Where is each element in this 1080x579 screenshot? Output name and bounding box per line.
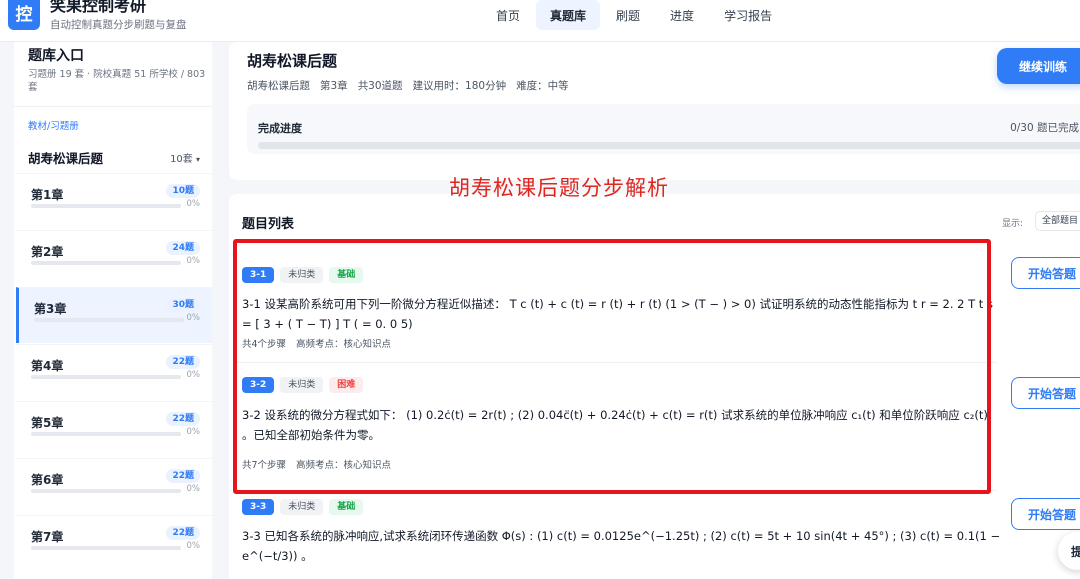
- chapter-count-badge: 10题: [166, 184, 200, 198]
- chapter-name: 第7章: [31, 530, 64, 544]
- chapter-progress-bar: [31, 546, 181, 550]
- sidebar-item-chapter-4[interactable]: 第4章 22题 0%: [16, 344, 212, 400]
- question-number-badge: 3-3: [242, 499, 275, 515]
- sidebar-item-chapter-3[interactable]: 第3章 30题 0%: [16, 287, 212, 343]
- nav-report[interactable]: 学习报告: [710, 0, 786, 30]
- sidebar-item-chapter-2[interactable]: 第2章 24题 0%: [16, 230, 212, 286]
- chapter-percent: 0%: [186, 256, 201, 266]
- chapter-progress-bar: [31, 432, 181, 436]
- page-title: 胡寿松课后题: [247, 52, 338, 70]
- chapter-count-badge: 22题: [166, 526, 200, 540]
- nav-home[interactable]: 首页: [482, 0, 534, 30]
- chapter-progress-bar: [31, 489, 181, 493]
- book-selector[interactable]: 胡寿松课后题: [28, 148, 103, 167]
- book-count[interactable]: 10套 ▾: [170, 150, 200, 165]
- sidebar-item-chapter-1[interactable]: 第1章 10题 0%: [16, 173, 212, 229]
- chapter-percent: 0%: [186, 484, 201, 494]
- chapter-progress-bar: [31, 375, 181, 379]
- filter-select[interactable]: 全部题目: [1035, 211, 1080, 231]
- chapter-header-card: 胡寿松课后题 胡寿松课后题 第3章 共30道题 建议用时：180分钟 难度：中等…: [229, 42, 1080, 180]
- chapter-meta: 胡寿松课后题 第3章 共30道题 建议用时：180分钟 难度：中等: [247, 78, 579, 93]
- brand-title: 笑果控制考研: [50, 0, 147, 15]
- caret-down-icon: ▾: [195, 155, 200, 164]
- question-text: 3-3 已知各系统的脉冲响应,试求系统闭环传递函数 Φ(s) : (1) c(t…: [242, 529, 1001, 563]
- start-answer-button[interactable]: 开始答题: [1011, 257, 1080, 289]
- start-answer-button[interactable]: 开始答题: [1011, 377, 1080, 409]
- chapter-name: 第6章: [31, 473, 64, 487]
- difficulty-tag: 基础: [329, 499, 364, 515]
- progress-label: 完成进度: [258, 122, 302, 135]
- meta-suggested-time: 建议用时：180分钟: [412, 80, 507, 92]
- sidebar-item-chapter-6[interactable]: 第6章 22题 0%: [16, 458, 212, 514]
- filter-label: 显示:: [1002, 219, 1024, 229]
- chapter-percent: 0%: [186, 199, 201, 209]
- category-tag: 未归类: [280, 499, 324, 515]
- progress-status: 0/30 题已完成: [1010, 122, 1079, 134]
- sidebar-item-chapter-7[interactable]: 第7章 22题 0%: [16, 515, 212, 571]
- question-tags: 3-3 未归类 基础: [242, 499, 364, 515]
- sidebar: 题库入口 习题册 19 套 · 院校真题 51 所学校 / 803 套 教材/习…: [14, 42, 212, 579]
- question-list-title: 题目列表: [242, 217, 295, 232]
- chapter-count-badge: 22题: [166, 355, 200, 369]
- nav-question-bank[interactable]: 真题库: [536, 0, 601, 30]
- chapter-percent: 0%: [186, 313, 201, 323]
- top-bar: 控 笑果控制考研 自动控制真题分步刷题与复盘 首页 真题库 刷题 进度 学习报告: [0, 0, 1080, 42]
- main-nav: 首页 真题库 刷题 进度 学习报告: [482, 0, 788, 30]
- chapter-name: 第4章: [31, 359, 64, 373]
- nav-practice[interactable]: 刷题: [602, 0, 654, 30]
- meta-chapter: 第3章: [320, 80, 348, 92]
- meta-difficulty: 难度：中等: [516, 80, 569, 92]
- logo[interactable]: 控: [8, 0, 40, 30]
- progress-panel: 完成进度 0/30 题已完成: [247, 104, 1080, 154]
- divider: [14, 106, 212, 107]
- sidebar-group-label[interactable]: 教材/习题册: [28, 118, 79, 132]
- sidebar-meta: 习题册 19 套 · 院校真题 51 所学校 / 803 套: [28, 69, 206, 93]
- chapter-count-badge: 30题: [166, 298, 200, 312]
- chapter-name: 第1章: [31, 188, 64, 202]
- chapter-progress-bar: [31, 204, 181, 208]
- sidebar-item-chapter-5[interactable]: 第5章 22题 0%: [16, 401, 212, 457]
- progress-bar: [258, 142, 1080, 149]
- chapter-percent: 0%: [186, 370, 201, 380]
- chapter-name: 第5章: [31, 416, 64, 430]
- start-answer-button[interactable]: 开始答题: [1011, 498, 1080, 530]
- chapter-progress-bar: [31, 261, 181, 265]
- question-item-3: 3-3 未归类 基础 3-3 已知各系统的脉冲响应,试求系统闭环传递函数 Φ(s…: [237, 492, 1000, 579]
- chapter-name: 第2章: [31, 245, 64, 259]
- chapter-percent: 0%: [186, 427, 201, 437]
- nav-progress[interactable]: 进度: [656, 0, 708, 30]
- brand-subtitle: 自动控制真题分步刷题与复盘: [50, 19, 187, 31]
- chapter-count-badge: 24题: [166, 241, 200, 255]
- chapter-count-badge: 22题: [166, 469, 200, 483]
- chapter-count-badge: 22题: [166, 412, 200, 426]
- meta-book: 胡寿松课后题: [247, 80, 310, 92]
- continue-training-button[interactable]: 继续训练: [997, 48, 1080, 84]
- sidebar-title: 题库入口: [28, 48, 84, 64]
- annotation-title: 胡寿松课后题分步解析: [449, 176, 669, 200]
- meta-question-count: 共30道题: [357, 80, 403, 92]
- chapter-percent: 0%: [186, 541, 201, 551]
- chapter-name: 第3章: [34, 302, 67, 316]
- book-count-label: 10套: [170, 154, 193, 165]
- annotation-highlight-box: [233, 239, 991, 494]
- chapter-progress-bar: [34, 318, 184, 322]
